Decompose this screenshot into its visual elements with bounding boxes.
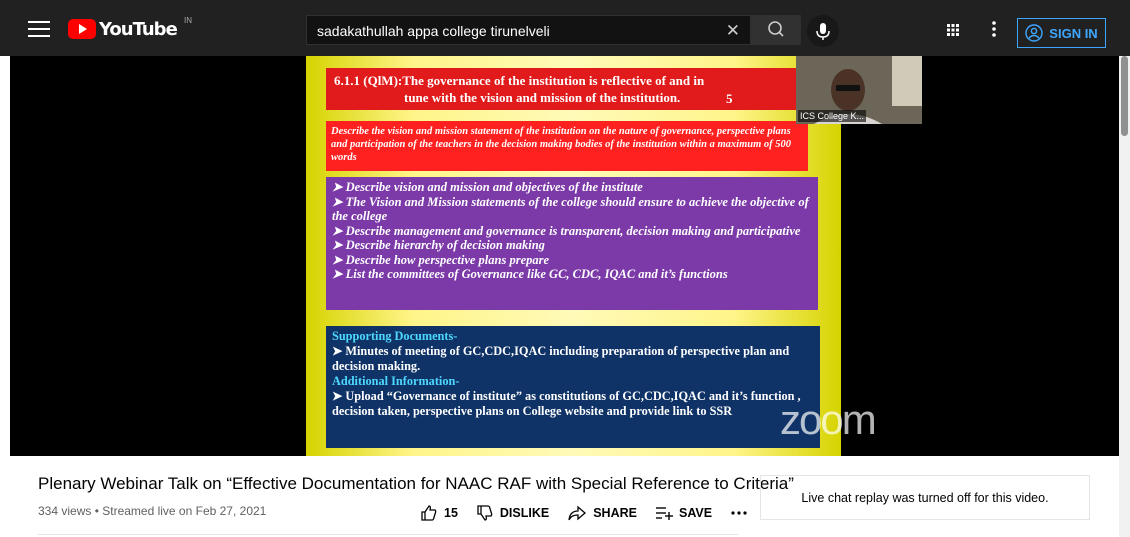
live-chat-notice: Live chat replay was turned off for this…: [760, 475, 1090, 520]
slide-list-item: ➤ Describe management and governance is …: [332, 223, 801, 238]
menu-icon[interactable]: [28, 16, 50, 40]
slide-description: Describe the vision and mission statemen…: [326, 121, 808, 171]
voice-search-button[interactable]: [807, 15, 839, 47]
like-count: 15: [444, 506, 458, 520]
youtube-logo[interactable]: YouTube IN: [68, 16, 192, 40]
slide-list-item: ➤ Describe how perspective plans prepare: [332, 252, 550, 267]
dislike-icon: [477, 505, 493, 521]
slide-title-number: 5: [726, 91, 733, 106]
video-player[interactable]: 6.1.1 (QlM):The governance of the instit…: [10, 56, 1119, 456]
divider: [38, 534, 738, 535]
webcam-thumbnail: ICS College K...: [796, 56, 922, 124]
search-icon: [768, 21, 784, 37]
webcam-participant-name: ICS College K...: [798, 110, 867, 122]
top-bar: YouTube IN ✕ SIGN IN: [0, 0, 1130, 56]
slide-documents-box: Supporting Documents- ➤ Minutes of meeti…: [326, 326, 820, 448]
country-code: IN: [184, 16, 192, 25]
sign-in-button[interactable]: SIGN IN: [1017, 18, 1106, 48]
logo-text: YouTube: [99, 18, 178, 40]
like-icon: [421, 505, 437, 521]
share-button[interactable]: SHARE: [567, 504, 637, 522]
sign-in-label: SIGN IN: [1049, 25, 1098, 41]
more-actions-button[interactable]: [730, 510, 748, 516]
more-horiz-icon: [731, 511, 747, 515]
share-label: SHARE: [593, 506, 637, 520]
share-icon: [568, 505, 587, 521]
additional-heading: Additional Information-: [332, 374, 460, 388]
search-button[interactable]: [751, 15, 801, 45]
slide-title-box: 6.1.1 (QlM):The governance of the instit…: [326, 68, 821, 110]
chat-notice-text: Live chat replay was turned off for this…: [801, 490, 1049, 505]
dislike-button[interactable]: DISLIKE: [476, 504, 549, 522]
slide-title-line1: 6.1.1 (QlM):The governance of the instit…: [334, 73, 705, 88]
slide-list-item: ➤ Describe vision and mission and object…: [332, 180, 643, 194]
page-scrollbar[interactable]: [1119, 56, 1130, 537]
like-button[interactable]: 15: [420, 504, 458, 522]
search-input[interactable]: [315, 16, 719, 46]
scrollbar-thumb[interactable]: [1121, 56, 1128, 136]
video-meta: 334 views • Streamed live on Feb 27, 202…: [38, 504, 267, 518]
close-icon[interactable]: ✕: [726, 21, 740, 41]
slide-list-box: ➤ Describe vision and mission and object…: [326, 177, 818, 310]
save-label: SAVE: [678, 506, 713, 520]
more-vert-icon[interactable]: [992, 21, 996, 37]
slide-title-line2: tune with the vision and mission of the …: [404, 90, 681, 105]
mic-icon: [816, 23, 830, 40]
video-actions: 15 DISLIKE SHARE SAVE: [420, 503, 766, 523]
supporting-heading: Supporting Documents-: [332, 329, 458, 343]
video-title: Plenary Webinar Talk on “Effective Docum…: [38, 474, 794, 493]
search-box: ✕: [306, 15, 751, 46]
supporting-item: ➤ Minutes of meeting of GC,CDC,IQAC incl…: [332, 344, 790, 373]
account-icon: [1025, 24, 1043, 42]
slide-list-item: ➤ List the committees of Governance like…: [332, 267, 728, 281]
youtube-play-icon: [68, 19, 96, 39]
additional-item: ➤ Upload “Governance of institute” as co…: [332, 389, 801, 418]
save-button[interactable]: SAVE: [655, 504, 712, 522]
apps-icon[interactable]: [947, 24, 959, 36]
dislike-label: DISLIKE: [499, 506, 550, 520]
presentation-slide: 6.1.1 (QlM):The governance of the instit…: [306, 56, 841, 456]
slide-list-item: ➤ The Vision and Mission statements of t…: [332, 194, 809, 224]
slide-list-item: ➤ Describe hierarchy of decision making: [332, 238, 545, 252]
zoom-watermark: zoom: [780, 396, 877, 443]
save-icon: [655, 507, 673, 520]
